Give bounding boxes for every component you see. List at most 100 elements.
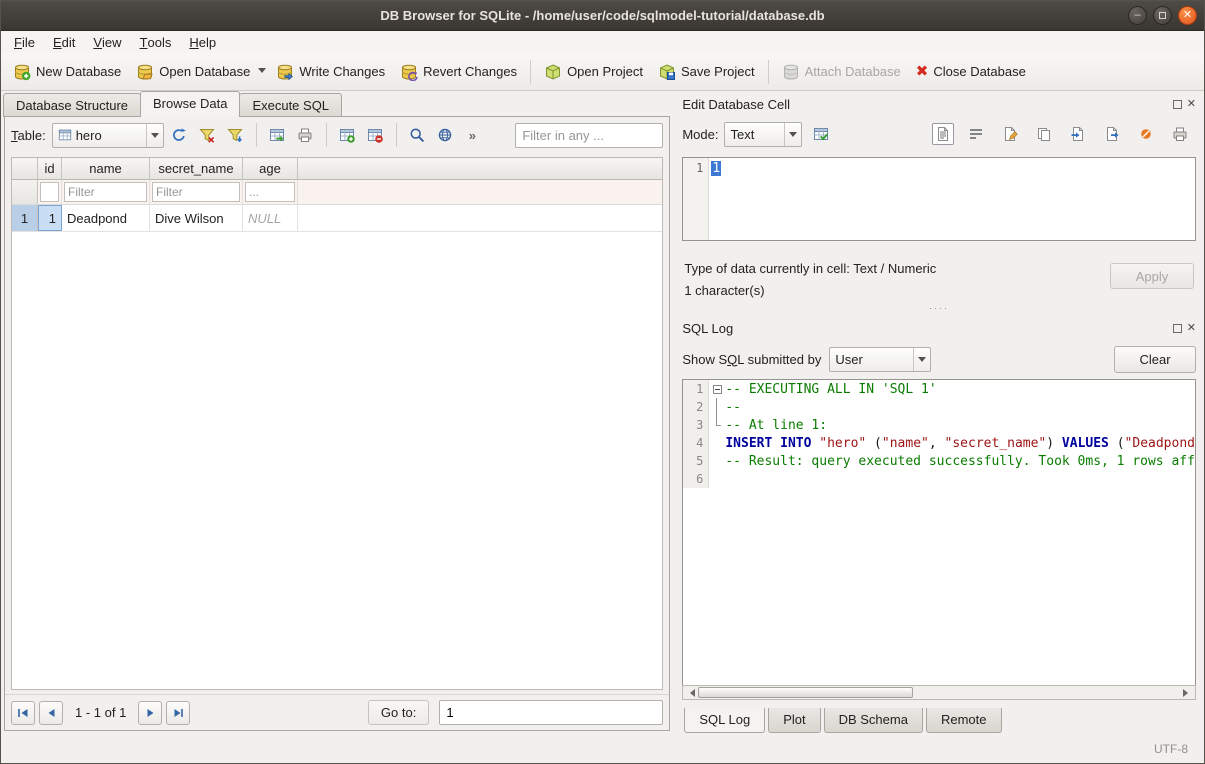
table-selector[interactable]: hero — [52, 123, 164, 148]
cell-age[interactable]: NULL — [243, 205, 298, 231]
encoding-indicator[interactable]: UTF-8 — [1154, 742, 1188, 756]
export-data-button[interactable] — [1099, 122, 1124, 147]
column-header-age[interactable]: age — [243, 158, 298, 179]
clear-filters-button[interactable] — [195, 123, 220, 148]
sql-log-filter-selector[interactable]: User — [829, 347, 931, 372]
find-button[interactable] — [405, 123, 430, 148]
toolbar-overflow-chevron[interactable]: » — [461, 128, 480, 143]
open-database-button[interactable]: Open Database — [129, 58, 257, 86]
dock-tab-sql-log[interactable]: SQL Log — [684, 708, 765, 733]
filter-name-input[interactable] — [64, 182, 147, 202]
menu-file[interactable]: File — [5, 31, 44, 53]
open-project-button[interactable]: Open Project — [537, 58, 650, 86]
close-window-button[interactable]: ✕ — [1178, 6, 1197, 25]
write-changes-button[interactable]: Write Changes — [269, 58, 392, 86]
fold-column[interactable] — [709, 380, 725, 398]
cell-id[interactable]: 1 — [38, 205, 62, 231]
editor-content[interactable]: 1 — [709, 158, 723, 240]
attach-database-button[interactable]: Attach Database — [775, 58, 908, 86]
revert-changes-button[interactable]: Revert Changes — [393, 58, 524, 86]
menu-help[interactable]: Help — [180, 31, 225, 53]
new-database-button[interactable]: New Database — [6, 58, 128, 86]
cell-name[interactable]: Deadpond — [62, 205, 150, 231]
print-button[interactable] — [293, 123, 318, 148]
maximize-button[interactable] — [1153, 6, 1172, 25]
text-mode-button[interactable] — [932, 123, 954, 145]
encoding-button[interactable] — [433, 123, 458, 148]
last-record-button[interactable] — [166, 701, 190, 725]
minimize-button[interactable]: – — [1128, 6, 1147, 25]
refresh-button[interactable] — [167, 123, 192, 148]
clear-log-button[interactable]: Clear — [1114, 346, 1196, 373]
import-data-button[interactable] — [1065, 122, 1090, 147]
dock-tab-remote[interactable]: Remote — [926, 708, 1002, 733]
insert-record-button[interactable] — [335, 123, 360, 148]
close-dock-icon[interactable]: ✕ — [1187, 99, 1196, 110]
data-grid[interactable]: id name secret_name age 1 1 — [11, 157, 663, 690]
menu-edit[interactable]: Edit — [44, 31, 84, 53]
horizontal-scrollbar[interactable] — [682, 685, 1196, 700]
column-header-id[interactable]: id — [38, 158, 62, 179]
log-comment: -- Result: query executed successfully. … — [725, 454, 1195, 469]
scroll-left-icon[interactable] — [683, 686, 698, 699]
export-table-button[interactable] — [265, 123, 290, 148]
save-project-button[interactable]: Save Project — [651, 58, 762, 86]
previous-record-button[interactable] — [39, 701, 63, 725]
float-dock-icon[interactable] — [1173, 324, 1182, 333]
dock-splitter[interactable]: ···· — [682, 301, 1196, 315]
open-in-editor-button[interactable] — [997, 122, 1022, 147]
cell-type-info: Type of data currently in cell: Text / N… — [684, 261, 936, 276]
close-database-button[interactable]: ✖ Close Database — [909, 59, 1033, 84]
save-filter-button[interactable] — [223, 123, 248, 148]
dock-tab-db-schema[interactable]: DB Schema — [824, 708, 923, 733]
table-label: Table: — [11, 128, 46, 143]
copy-button[interactable] — [1031, 122, 1056, 147]
filter-age-input[interactable] — [245, 182, 295, 202]
float-dock-icon[interactable] — [1173, 100, 1182, 109]
browse-data-panel: Table: hero — [4, 116, 670, 731]
tab-database-structure[interactable]: Database Structure — [3, 93, 141, 117]
goto-input[interactable] — [439, 700, 663, 725]
menu-view[interactable]: View — [84, 31, 130, 53]
sql-log-view[interactable]: 1 -- EXECUTING ALL IN 'SQL 1' 2 -- 3 -- … — [682, 379, 1196, 685]
close-dock-icon[interactable]: ✕ — [1187, 323, 1196, 334]
next-record-button[interactable] — [138, 701, 162, 725]
toolbar-separator — [326, 123, 327, 147]
window-controls: – ✕ — [1128, 6, 1197, 25]
collapse-icon[interactable] — [713, 385, 722, 394]
line-number: 3 — [683, 416, 709, 434]
open-database-dropdown[interactable] — [258, 63, 268, 80]
cell-editor[interactable]: 1 1 — [682, 157, 1196, 241]
print-cell-button[interactable] — [1167, 122, 1192, 147]
dock-tab-plot[interactable]: Plot — [768, 708, 820, 733]
cell-secret-name[interactable]: Dive Wilson — [150, 205, 243, 231]
titlebar[interactable]: DB Browser for SQLite - /home/user/code/… — [1, 1, 1204, 31]
apply-button[interactable]: Apply — [1110, 263, 1194, 289]
table-row[interactable]: 1 1 Deadpond Dive Wilson NULL — [12, 205, 662, 232]
minimize-icon: – — [1134, 10, 1140, 21]
word-wrap-button[interactable] — [963, 122, 988, 147]
delete-record-button[interactable] — [363, 123, 388, 148]
auto-apply-button[interactable] — [808, 122, 833, 147]
tab-browse-data[interactable]: Browse Data — [140, 91, 240, 117]
column-header-secret-name[interactable]: secret_name — [150, 158, 243, 179]
scrollbar-thumb[interactable] — [698, 687, 913, 698]
text-document-icon — [935, 126, 951, 142]
goto-button[interactable]: Go to: — [368, 700, 429, 725]
grid-corner[interactable] — [12, 158, 38, 179]
mode-selector[interactable]: Text — [724, 122, 802, 147]
tab-execute-sql[interactable]: Execute SQL — [239, 93, 342, 117]
row-header[interactable]: 1 — [12, 205, 38, 231]
menu-tools[interactable]: Tools — [131, 31, 181, 53]
filter-secret-name-input[interactable] — [152, 182, 240, 202]
main-content: Database Structure Browse Data Execute S… — [1, 91, 1204, 735]
filter-any-input[interactable] — [515, 123, 663, 148]
log-line: 4 INSERT INTO "hero" ("name", "secret_na… — [683, 434, 1195, 452]
column-header-name[interactable]: name — [62, 158, 150, 179]
scroll-right-icon[interactable] — [1180, 686, 1195, 699]
filter-id-input[interactable] — [40, 182, 59, 202]
close-database-icon: ✖ — [916, 64, 929, 79]
log-line: 1 -- EXECUTING ALL IN 'SQL 1' — [683, 380, 1195, 398]
first-record-button[interactable] — [11, 701, 35, 725]
set-null-button[interactable] — [1133, 122, 1158, 147]
